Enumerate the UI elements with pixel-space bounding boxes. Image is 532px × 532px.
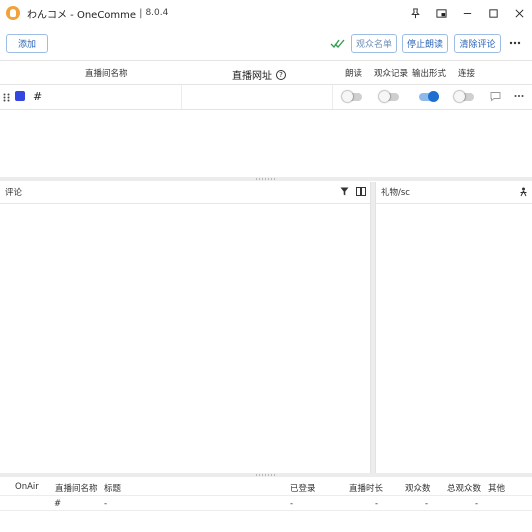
panel-divider	[0, 203, 370, 204]
read-toggle[interactable]	[342, 91, 362, 102]
toggle-knob	[342, 91, 353, 102]
horizontal-splitter[interactable]	[0, 177, 532, 181]
pin-icon[interactable]	[402, 0, 428, 26]
comments-panel: 评论	[0, 182, 371, 473]
window-controls	[402, 0, 532, 26]
chat-bubble-icon[interactable]	[490, 91, 501, 102]
stats-cell-room-name: #	[54, 499, 62, 509]
person-icon[interactable]	[519, 187, 528, 197]
stats-header-room-name: 直播间名称	[55, 484, 98, 494]
room-name[interactable]: #	[33, 90, 42, 103]
splitter-grip	[256, 474, 276, 476]
title-separator: |	[139, 7, 143, 19]
header-read: 朗读	[345, 69, 363, 79]
stats-header-title: 标题	[104, 484, 122, 494]
more-horizontal-icon[interactable]	[508, 37, 522, 49]
connect-toggle[interactable]	[454, 91, 474, 102]
drag-handle-icon[interactable]	[3, 93, 10, 102]
divider	[0, 60, 532, 61]
add-button[interactable]: 添加	[6, 34, 48, 53]
room-color-swatch[interactable]	[15, 91, 25, 101]
stop-reading-button[interactable]: 停止朗读	[402, 34, 448, 53]
columns-icon[interactable]	[356, 187, 366, 196]
stats-header-total-viewers: 总观众数	[447, 484, 482, 494]
panel-divider	[376, 203, 532, 204]
header-viewer-log: 观众记录	[374, 69, 409, 79]
header-connect: 连接	[458, 69, 476, 79]
toggle-knob	[454, 91, 465, 102]
toggle-knob	[428, 91, 439, 102]
comments-panel-title: 评论	[5, 188, 23, 198]
toolbar: 添加 观众名单 停止朗读 清除评论	[0, 27, 532, 59]
onecomme-app-icon	[6, 6, 20, 20]
close-icon[interactable]	[506, 0, 532, 26]
gifts-panel-title: 礼物/sc	[381, 188, 410, 198]
filter-icon[interactable]	[340, 187, 349, 196]
room-row: #	[0, 85, 532, 109]
stats-cell-title: -	[104, 499, 108, 509]
stats-header-logged-in: 已登录	[290, 484, 316, 494]
stats-cell-viewers: -	[425, 499, 429, 509]
help-circle-icon[interactable]: ?	[276, 69, 286, 80]
splitter-grip	[256, 178, 276, 180]
header-output-format: 输出形式	[412, 69, 447, 79]
viewer-list-button[interactable]: 观众名单	[351, 34, 397, 53]
stats-header-onair: OnAir	[15, 482, 39, 492]
divider	[0, 495, 532, 496]
divider	[0, 510, 532, 511]
stats-header-viewers: 观众数	[405, 484, 431, 494]
minimize-icon[interactable]	[454, 0, 480, 26]
viewer-log-toggle[interactable]	[379, 91, 399, 102]
app-title: わんコメ - OneComme	[27, 9, 137, 21]
title-bar: わんコメ - OneComme | 8.0.4	[0, 0, 532, 26]
clear-comments-button[interactable]: 清除评论	[454, 34, 501, 53]
gifts-panel: 礼物/sc	[375, 182, 532, 473]
header-url-label: 直播网址	[232, 71, 272, 82]
stats-cell-duration: -	[375, 499, 379, 509]
toggle-knob	[379, 91, 390, 102]
picture-in-picture-icon[interactable]	[428, 0, 454, 26]
divider	[0, 109, 532, 110]
stats-cell-total-viewers: -	[475, 499, 479, 509]
header-room-url: 直播网址 ?	[232, 67, 286, 82]
stats-cell-logged-in: -	[290, 499, 294, 509]
maximize-icon[interactable]	[480, 0, 506, 26]
output-format-toggle[interactable]	[419, 91, 439, 102]
stats-header-other: 其他	[488, 484, 506, 494]
room-url-field[interactable]	[181, 85, 333, 109]
double-check-icon	[330, 39, 345, 49]
horizontal-splitter[interactable]	[0, 473, 532, 477]
app-version: 8.0.4	[145, 8, 169, 18]
stats-header-duration: 直播时长	[349, 484, 384, 494]
more-horizontal-icon[interactable]	[514, 93, 524, 99]
header-room-name: 直播间名称	[85, 69, 128, 79]
